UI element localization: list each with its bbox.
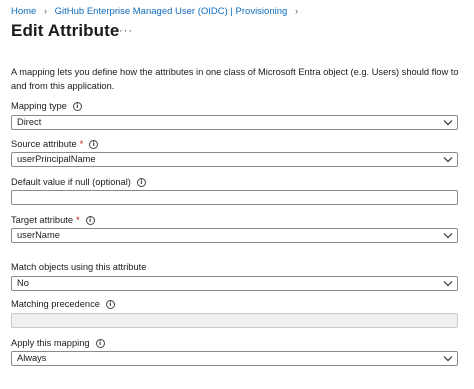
chevron-right-icon: › <box>294 6 298 16</box>
chevron-down-icon <box>443 281 453 287</box>
mapping-type-label: Mapping type i <box>11 101 82 111</box>
info-icon[interactable]: i <box>89 139 99 149</box>
match-objects-label-text: Match objects using this attribute <box>11 262 147 272</box>
required-marker: * <box>76 215 80 225</box>
default-value-label: Default value if null (optional) i <box>11 177 146 187</box>
target-attribute-value: userName <box>17 230 60 240</box>
apply-mapping-label: Apply this mapping i <box>11 338 105 348</box>
matching-precedence-input <box>11 313 458 328</box>
info-icon[interactable]: i <box>72 101 82 111</box>
default-value-input[interactable] <box>11 190 458 205</box>
matching-precedence-label-text: Matching precedence <box>11 299 100 309</box>
more-options-button[interactable]: ··· <box>119 25 133 37</box>
matching-precedence-label: Matching precedence i <box>11 299 115 309</box>
required-marker: * <box>79 139 84 149</box>
apply-mapping-label-text: Apply this mapping <box>11 338 90 348</box>
mapping-type-label-text: Mapping type <box>11 101 67 111</box>
info-icon[interactable]: i <box>95 338 105 348</box>
chevron-down-icon <box>443 120 453 126</box>
mapping-type-value: Direct <box>17 117 42 127</box>
default-value-label-text: Default value if null (optional) <box>11 177 131 187</box>
match-objects-value: No <box>17 278 29 288</box>
match-objects-dropdown[interactable]: No <box>11 276 458 291</box>
breadcrumb-app-link[interactable]: GitHub Enterprise Managed User (OIDC) | … <box>55 6 288 17</box>
info-icon[interactable]: i <box>105 299 115 309</box>
source-attribute-label-text: Source attribute <box>11 139 77 149</box>
target-attribute-label-text: Target attribute <box>11 215 74 225</box>
info-icon[interactable]: i <box>136 177 146 187</box>
mapping-type-dropdown[interactable]: Direct <box>11 115 458 130</box>
apply-mapping-value: Always <box>17 353 47 363</box>
page-description: A mapping lets you define how the attrib… <box>11 67 459 91</box>
target-attribute-dropdown[interactable]: userName <box>11 228 458 243</box>
page-title: Edit Attribute <box>11 21 120 40</box>
target-attribute-label: Target attribute * i <box>11 215 95 225</box>
chevron-down-icon <box>443 233 453 239</box>
info-icon[interactable]: i <box>85 215 95 225</box>
source-attribute-value: userPrincipalName <box>17 154 96 164</box>
match-objects-label: Match objects using this attribute <box>11 262 146 272</box>
apply-mapping-dropdown[interactable]: Always <box>11 351 458 366</box>
breadcrumb-home-link[interactable]: Home <box>11 6 36 17</box>
chevron-down-icon <box>443 356 453 362</box>
source-attribute-label: Source attribute * i <box>11 139 99 149</box>
breadcrumb: Home › GitHub Enterprise Managed User (O… <box>11 6 303 17</box>
source-attribute-dropdown[interactable]: userPrincipalName <box>11 152 458 167</box>
chevron-right-icon: › <box>43 6 47 16</box>
chevron-down-icon <box>443 157 453 163</box>
